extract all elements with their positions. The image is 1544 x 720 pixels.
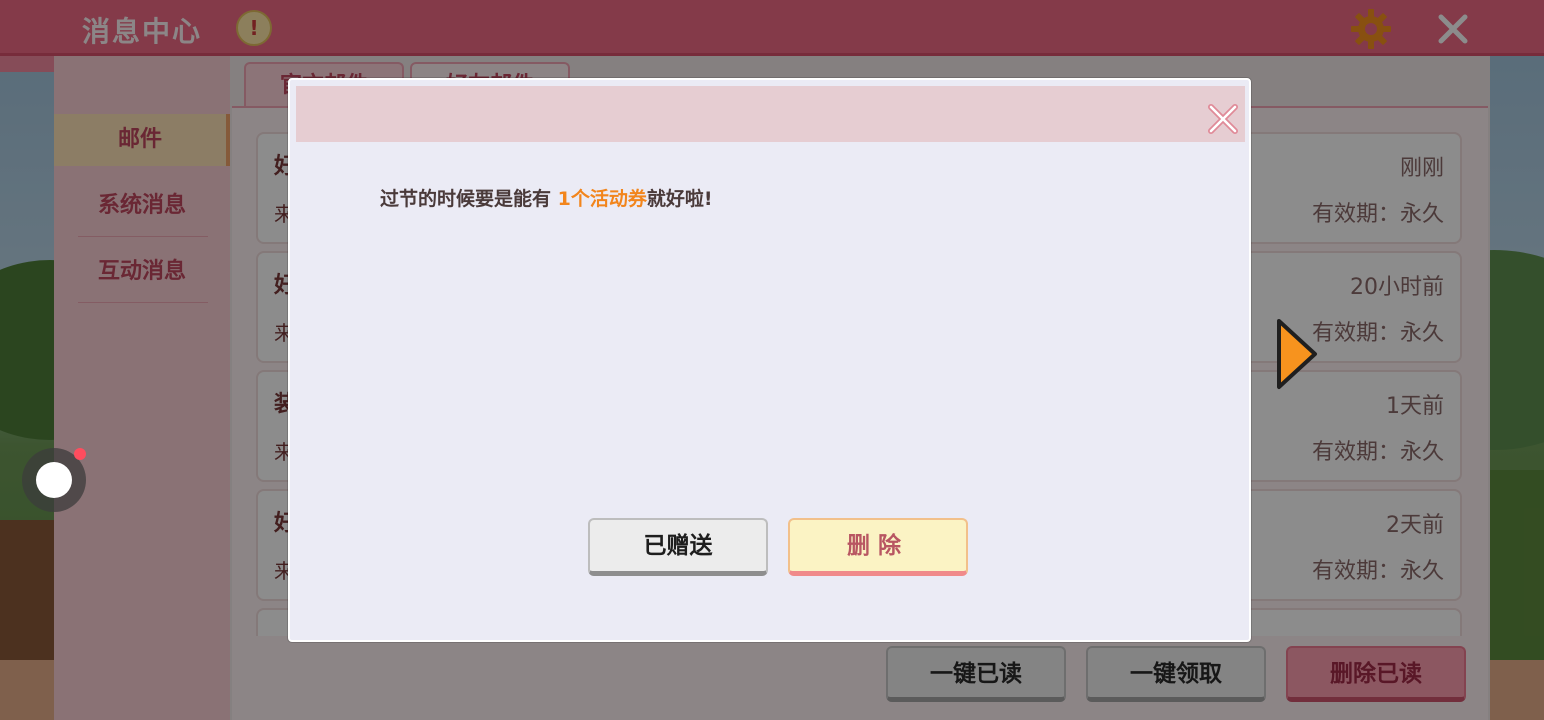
next-arrow-icon[interactable] (1276, 318, 1318, 390)
message-highlight: 1个活动券 (557, 188, 647, 210)
mail-detail-dialog: 过节的时候要是能有 1个活动券就好啦! 已赠送 删除 (288, 78, 1251, 642)
close-icon[interactable] (1206, 102, 1240, 136)
dialog-message: 过节的时候要是能有 1个活动券就好啦! (380, 184, 713, 211)
message-text: 过节的时候要是能有 (380, 188, 558, 210)
joystick-knob[interactable] (36, 462, 72, 498)
message-text-end: 就好啦! (646, 188, 713, 210)
sent-button[interactable]: 已赠送 (588, 518, 768, 576)
dialog-header (296, 86, 1245, 142)
delete-button[interactable]: 删除 (788, 518, 968, 576)
notification-dot-icon (74, 448, 86, 460)
